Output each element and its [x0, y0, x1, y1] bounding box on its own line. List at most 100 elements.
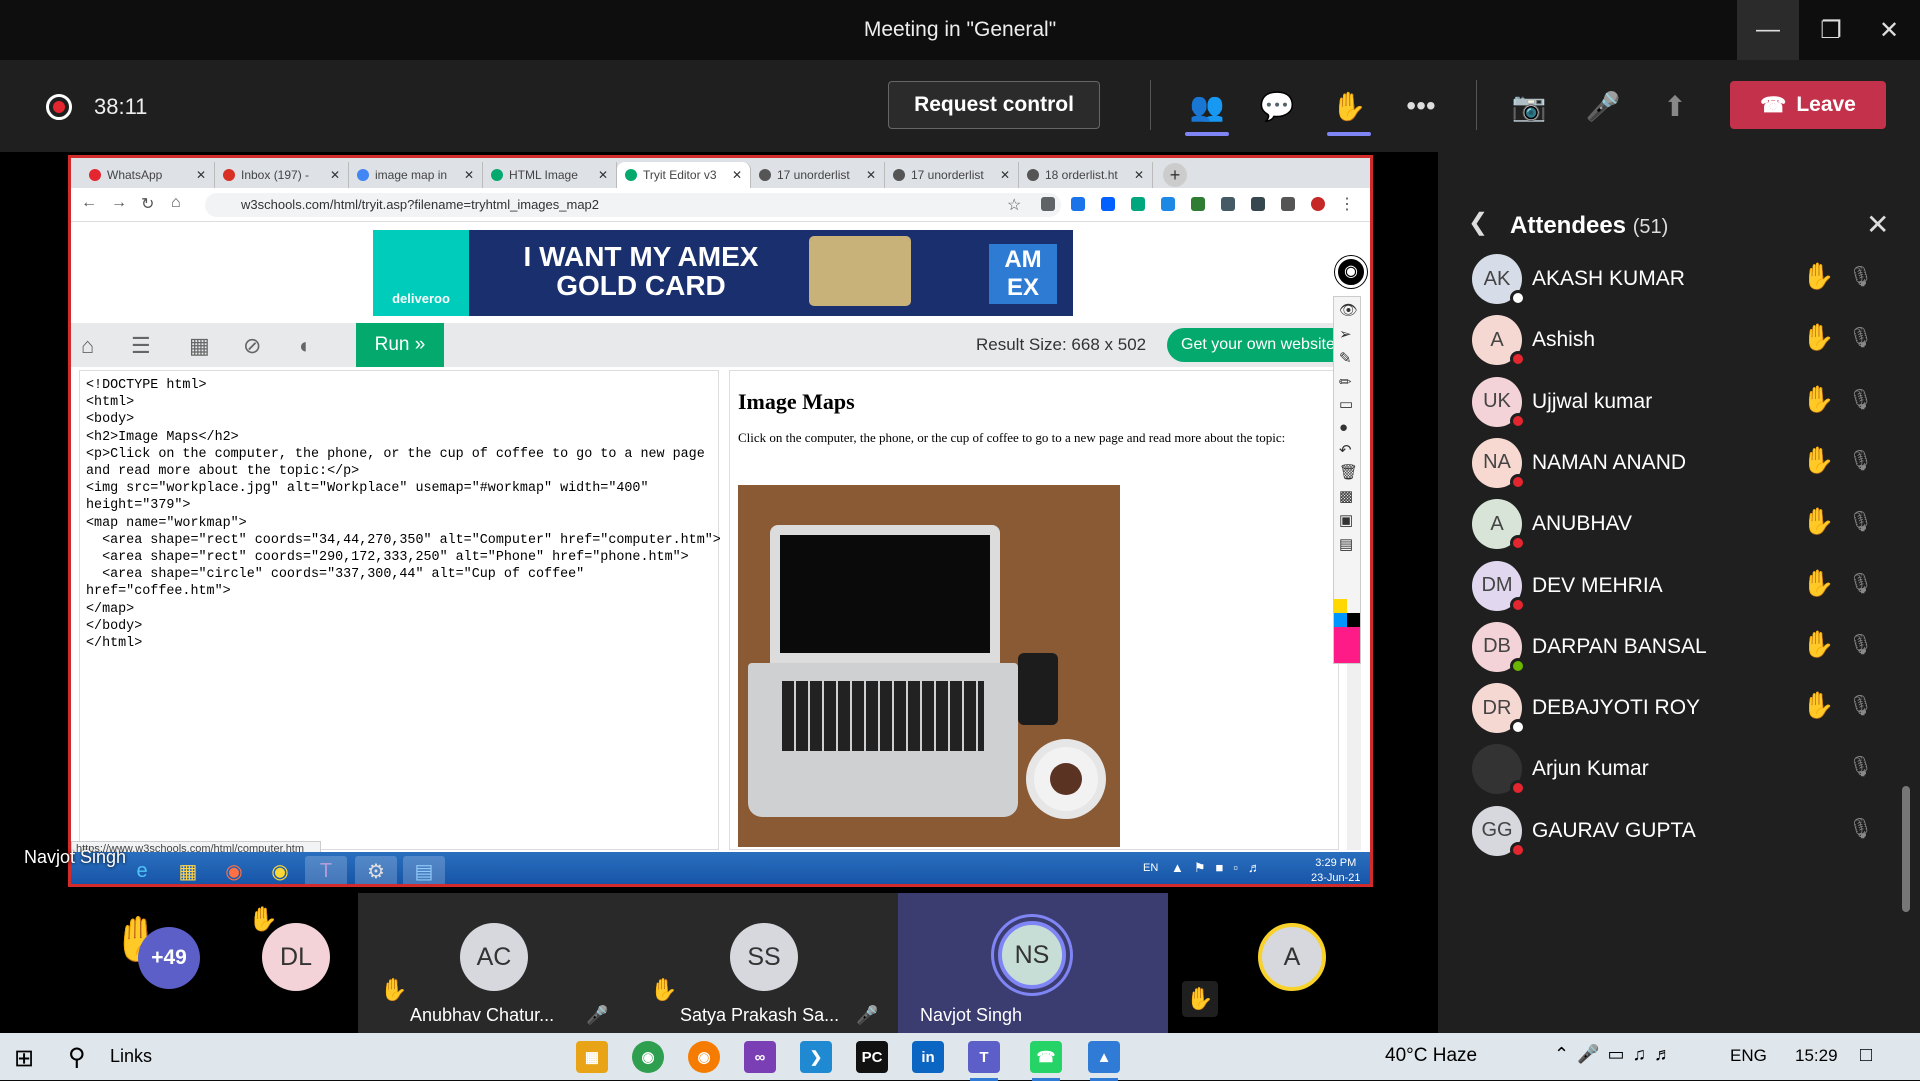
folder-icon[interactable]: ▦ [167, 856, 209, 884]
pointer-icon[interactable]: ➢ [1339, 325, 1352, 343]
weather-widget[interactable]: 40°C Haze [1385, 1045, 1477, 1067]
camera-off-icon[interactable]: 📷 [1504, 84, 1554, 128]
clipboard-icon[interactable]: ▤ [1339, 535, 1353, 553]
notepad-icon[interactable]: ▤ [403, 856, 445, 884]
participant-tile[interactable]: ✋ A [1168, 893, 1438, 1033]
eye-icon[interactable]: 👁 [1339, 301, 1358, 319]
vscode-icon[interactable]: ❯ [800, 1041, 832, 1073]
photos-icon[interactable]: ▲ [1088, 1041, 1120, 1081]
browser-tab[interactable]: 17 unorderlist ✕ [751, 162, 885, 188]
teams-icon[interactable]: T [968, 1041, 1000, 1081]
board-icon[interactable]: ▩ [1339, 487, 1353, 505]
run-button[interactable]: Run » [356, 323, 444, 367]
undo-icon[interactable]: ↶ [1339, 441, 1352, 459]
chrome-icon[interactable]: ◉ [632, 1041, 664, 1073]
browser-menu-icon[interactable]: ⋮ [1339, 194, 1355, 214]
close-panel-icon[interactable]: ✕ [1866, 208, 1889, 241]
file-explorer-icon[interactable]: ▦ [576, 1041, 608, 1073]
back-icon[interactable]: ← [81, 194, 97, 212]
windows-start-icon[interactable]: ⊞ [14, 1044, 34, 1073]
profile-avatar[interactable] [1311, 197, 1325, 211]
panel-scrollbar[interactable] [1902, 786, 1910, 912]
eraser-icon[interactable]: ▭ [1339, 395, 1353, 413]
browser-tab[interactable]: HTML Image ✕ [483, 162, 617, 188]
whatsapp-icon[interactable]: ☎ [1030, 1041, 1062, 1081]
w3schools-logo[interactable]: ◉ [1335, 256, 1367, 288]
ad-banner[interactable]: deliveroo I WANT MY AMEX GOLD CARD AM EX [373, 230, 1073, 316]
color-swatch-black[interactable] [1347, 613, 1360, 627]
extension-icon[interactable] [1161, 197, 1175, 211]
close-window-button[interactable]: ✕ [1858, 0, 1920, 60]
theme-icon[interactable]: ◐ [299, 333, 312, 359]
phone-area[interactable] [1018, 653, 1058, 725]
browser-tab[interactable]: 18 orderlist.ht ✕ [1019, 162, 1153, 188]
home-icon[interactable]: ⌂ [171, 194, 181, 212]
ie-icon[interactable]: e [121, 856, 163, 884]
linkedin-icon[interactable]: in [912, 1041, 944, 1073]
visual-studio-icon[interactable]: ∞ [744, 1041, 776, 1073]
system-tray-icons[interactable]: ⌃🎤▭♫♬ [1554, 1044, 1680, 1065]
close-tab-icon[interactable]: ✕ [598, 168, 608, 182]
taskbar-search-label[interactable]: Links [110, 1046, 152, 1067]
url-field[interactable]: w3schools.com/html/tryit.asp?filename=tr… [205, 193, 1061, 217]
extension-icon[interactable] [1251, 197, 1265, 211]
rotate-icon[interactable]: ⊘ [243, 333, 261, 359]
home-icon[interactable]: ⌂ [81, 333, 94, 359]
close-tab-icon[interactable]: ✕ [1134, 168, 1144, 182]
extension-icon[interactable] [1101, 197, 1115, 211]
participant-tile-speaking[interactable]: NS Navjot Singh [898, 893, 1168, 1033]
chat-icon[interactable]: 💬 [1252, 84, 1302, 128]
participant-tile[interactable]: SS ✋ Satya Prakash Sa... 🎤 [628, 893, 898, 1033]
search-icon[interactable]: ⚲ [68, 1043, 86, 1072]
close-tab-icon[interactable]: ✕ [464, 168, 474, 182]
browser-tab[interactable]: image map in ✕ [349, 162, 483, 188]
pycharm-icon[interactable]: PC [856, 1041, 888, 1073]
browser-tab[interactable]: WhatsApp ✕ [81, 162, 215, 188]
workplace-image-map[interactable] [738, 485, 1120, 847]
close-tab-icon[interactable]: ✕ [1000, 168, 1010, 182]
request-control-button[interactable]: Request control [888, 81, 1100, 129]
chrome-icon[interactable]: ◉ [259, 856, 301, 884]
close-tab-icon[interactable]: ✕ [732, 168, 742, 182]
color-swatch-yellow[interactable] [1334, 599, 1347, 613]
dot-size-icon[interactable]: ● [1339, 419, 1348, 436]
coffee-cup-area[interactable] [1026, 739, 1106, 819]
laptop-screen-area[interactable] [770, 525, 1000, 663]
language-indicator[interactable]: ENG [1730, 1046, 1767, 1066]
leave-button[interactable]: ☎ Leave [1730, 81, 1886, 129]
code-editor[interactable]: <!DOCTYPE html> <html> <body> <h2>Image Map… [79, 370, 721, 850]
firefox-icon[interactable]: ◉ [688, 1041, 720, 1073]
maximize-button[interactable]: ❐ [1800, 0, 1862, 60]
close-tab-icon[interactable]: ✕ [866, 168, 876, 182]
forward-icon[interactable]: → [111, 194, 127, 212]
browser-tab[interactable]: Inbox (197) - ✕ [215, 162, 349, 188]
browser-tab-active[interactable]: Tryit Editor v3 ✕ [617, 162, 751, 188]
menu-icon[interactable]: ☰ [131, 333, 151, 359]
shared-screen[interactable]: WhatsApp ✕ Inbox (197) - ✕ image map in ✕ … [68, 155, 1373, 887]
taskbar-clock[interactable]: 15:29 [1795, 1046, 1838, 1066]
notification-icon[interactable]: □ [1860, 1044, 1872, 1067]
app-icon[interactable]: ⚙ [355, 856, 397, 884]
pen-icon[interactable]: ✏ [1339, 373, 1352, 391]
overflow-tile[interactable]: ✋ +49 ✋ DL [98, 893, 338, 1033]
highlighter-icon[interactable]: ✎ [1339, 349, 1352, 367]
firefox-icon[interactable]: ◉ [213, 856, 255, 884]
participants-icon[interactable]: 👥 [1182, 84, 1232, 136]
browser-tab[interactable]: 17 unorderlist ✕ [885, 162, 1019, 188]
minimize-button[interactable]: — [1737, 0, 1799, 60]
attendee-row[interactable]: GG GAURAV GUPTA 🎙 [1438, 796, 1920, 870]
color-swatch-pink[interactable] [1334, 627, 1360, 663]
participant-tile[interactable]: AC ✋ Anubhav Chatur... 🎤 [358, 893, 628, 1033]
bookmark-star-icon[interactable]: ☆ [1007, 195, 1021, 215]
back-icon[interactable]: ❮ [1468, 208, 1488, 237]
get-own-website-button[interactable]: Get your own website [1167, 328, 1357, 362]
extension-icon[interactable] [1191, 197, 1205, 211]
reload-icon[interactable]: ↻ [141, 194, 154, 214]
close-tab-icon[interactable]: ✕ [196, 168, 206, 182]
close-tab-icon[interactable]: ✕ [330, 168, 340, 182]
share-screen-icon[interactable]: ⬆ [1650, 84, 1700, 128]
camera-icon[interactable]: ▣ [1339, 511, 1353, 529]
teams-icon[interactable]: T [305, 856, 347, 884]
save-icon[interactable]: ▦ [189, 333, 210, 359]
puzzle-icon[interactable] [1281, 197, 1295, 211]
